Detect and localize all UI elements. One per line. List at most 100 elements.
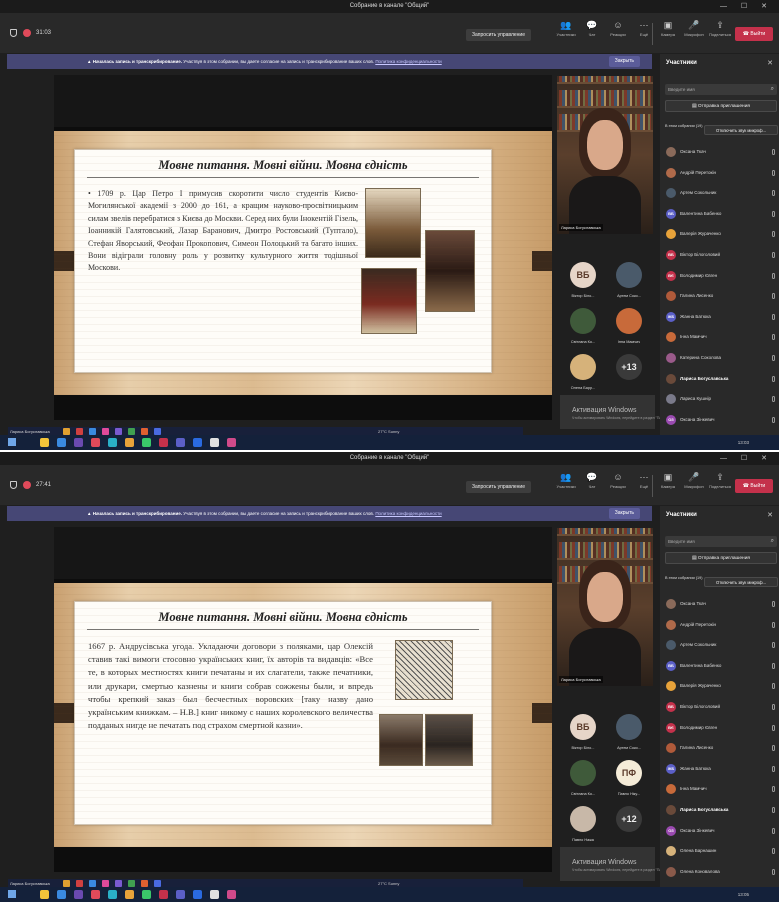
participant-tile[interactable]: ПФ Павло Ніку... [607, 758, 651, 804]
participant-row[interactable]: Олена Барнашин [660, 841, 779, 862]
participant-row[interactable]: Артем Сокольник [660, 183, 779, 204]
participant-tile[interactable]: ВБ Віктор Біло... [561, 260, 605, 306]
taskbar-app-icon[interactable] [159, 438, 168, 447]
mute-all-button[interactable]: Отключить звук микроф... [704, 125, 778, 135]
close-icon[interactable]: ✕ [767, 511, 773, 519]
taskbar-app-icon[interactable] [57, 438, 66, 447]
request-control-button[interactable]: Запросить управление [466, 481, 531, 493]
invite-button[interactable]: ▤ Отправка приглашения [665, 552, 777, 564]
participant-row[interactable]: ВБ Віктор Білоголовий [660, 697, 779, 718]
taskbar-app-icon[interactable] [210, 890, 219, 899]
windows-start-icon[interactable] [8, 438, 16, 446]
participant-tile[interactable]: Артем Соко... [607, 712, 651, 758]
taskbar-app-icon[interactable] [74, 890, 83, 899]
leave-button[interactable]: ☎ Выйти [735, 479, 773, 493]
search-input[interactable]: Введите имя ⌕ [665, 84, 777, 95]
taskbar-app-icon[interactable] [193, 438, 202, 447]
taskbar-app-icon[interactable] [108, 890, 117, 899]
windows-start-icon[interactable] [8, 890, 16, 898]
participant-row[interactable]: ОЗ Оксана Зінкевич [660, 821, 779, 842]
participant-tile[interactable]: Павло Нажа [561, 804, 605, 850]
toolbar-button-0[interactable]: 👥 Участники [553, 18, 579, 48]
taskbar-app-icon[interactable] [227, 438, 236, 447]
participant-row[interactable]: Галина Лисенко [660, 738, 779, 759]
taskbar-app-icon[interactable] [193, 890, 202, 899]
toolbar-button-0[interactable]: 👥 Участники [553, 470, 579, 500]
participant-row[interactable]: ВЄ Володимир Євген [660, 718, 779, 739]
participant-tile[interactable]: Інна Мамчич [607, 306, 651, 352]
participant-row[interactable]: Андрій Перетокін [660, 163, 779, 184]
invite-button[interactable]: ▤ Отправка приглашения [665, 100, 777, 112]
participant-row[interactable]: Олена Коновалова [660, 862, 779, 883]
media-button-2[interactable]: ⇪ Поделиться [707, 18, 733, 48]
toolbar-button-1[interactable]: 💬 Чат [579, 18, 605, 48]
banner-close-button[interactable]: Закрыть [608, 56, 640, 67]
taskbar-app-icon[interactable] [159, 890, 168, 899]
participant-row[interactable]: ЖБ Жанна Батюка [660, 759, 779, 780]
window-controls[interactable]: — ☐ ✕ [720, 452, 773, 465]
taskbar-app-icon[interactable] [91, 890, 100, 899]
taskbar-app-icon[interactable] [210, 438, 219, 447]
participant-row[interactable]: Лариса Богуславська [660, 800, 779, 821]
media-button-1[interactable]: 🎤 Микрофон [681, 18, 707, 48]
avatar [666, 332, 676, 343]
participant-row[interactable]: Інна Мамчич [660, 779, 779, 800]
taskbar-app-icon[interactable] [40, 890, 49, 899]
participant-row[interactable]: ВБ Валентина Бабенко [660, 204, 779, 225]
privacy-link[interactable]: Политика конфиденциальности [375, 511, 441, 516]
participant-row[interactable]: ОЗ Оксана Зінкевич [660, 410, 779, 431]
taskbar-app-icon[interactable] [142, 438, 151, 447]
participant-row[interactable]: Андрій Перетокін [660, 615, 779, 636]
participant-row[interactable]: Інна Мамчич [660, 327, 779, 348]
leave-button[interactable]: ☎ Выйти [735, 27, 773, 41]
participant-tile[interactable]: Світлана Ко... [561, 758, 605, 804]
participant-tile[interactable]: Олена Барр... [561, 352, 605, 398]
request-control-button[interactable]: Запросить управление [466, 29, 531, 41]
mute-all-button[interactable]: Отключить звук микроф... [704, 577, 778, 587]
participant-row[interactable]: Валерія Жураченко [660, 676, 779, 697]
taskbar-app-icon[interactable] [125, 890, 134, 899]
participant-row[interactable]: Галина Лисенко [660, 286, 779, 307]
taskbar-app-icon[interactable] [108, 438, 117, 447]
window-controls[interactable]: — ☐ ✕ [720, 0, 773, 13]
toolbar-button-2[interactable]: ☺ Реакции [605, 470, 631, 500]
taskbar-app-icon[interactable] [125, 438, 134, 447]
media-button-1[interactable]: 🎤 Микрофон [681, 470, 707, 500]
participant-row[interactable]: ЖБ Жанна Батюка [660, 307, 779, 328]
participant-row[interactable]: Оксана Ткач [660, 594, 779, 615]
privacy-link[interactable]: Политика конфиденциальности [375, 59, 441, 64]
participant-row[interactable]: Лариса Кушнір [660, 389, 779, 410]
media-button-0[interactable]: ▣ Камера [655, 470, 681, 500]
participant-row[interactable]: ВБ Валентина Бабенко [660, 656, 779, 677]
taskbar-app-icon[interactable] [57, 890, 66, 899]
close-icon[interactable]: ✕ [767, 59, 773, 67]
taskbar-app-icon[interactable] [142, 890, 151, 899]
participant-tile[interactable]: ВБ Віктор Біло... [561, 712, 605, 758]
participant-row[interactable]: Валерія Жураченко [660, 224, 779, 245]
taskbar-app-icon[interactable] [176, 438, 185, 447]
toolbar-button-2[interactable]: ☺ Реакции [605, 18, 631, 48]
participant-tile[interactable]: Світлана Ко... [561, 306, 605, 352]
participant-row[interactable]: Лариса Богуславська [660, 369, 779, 390]
toolbar-button-3[interactable]: ⋯ Ещё [631, 470, 657, 500]
participant-row[interactable]: ВБ Віктор Білоголовий [660, 245, 779, 266]
avatar: +13 [616, 354, 642, 380]
toolbar-button-1[interactable]: 💬 Чат [579, 470, 605, 500]
participant-row[interactable]: Катерина Соколова [660, 348, 779, 369]
participant-row[interactable]: Артем Сокольник [660, 635, 779, 656]
taskbar-app-icon[interactable] [176, 890, 185, 899]
participant-tile[interactable]: +13 [607, 352, 651, 398]
taskbar-app-icon[interactable] [227, 890, 236, 899]
media-button-0[interactable]: ▣ Камера [655, 18, 681, 48]
participant-row[interactable]: ВЄ Володимир Євген [660, 266, 779, 287]
taskbar-app-icon[interactable] [91, 438, 100, 447]
participant-row[interactable]: Оксана Ткач [660, 142, 779, 163]
participant-tile[interactable]: +12 [607, 804, 651, 850]
toolbar-button-3[interactable]: ⋯ Ещё [631, 18, 657, 48]
search-input[interactable]: Введите имя ⌕ [665, 536, 777, 547]
taskbar-app-icon[interactable] [40, 438, 49, 447]
taskbar-app-icon[interactable] [74, 438, 83, 447]
participant-tile[interactable]: Артем Соко... [607, 260, 651, 306]
banner-close-button[interactable]: Закрыть [608, 508, 640, 519]
media-button-2[interactable]: ⇪ Поделиться [707, 470, 733, 500]
